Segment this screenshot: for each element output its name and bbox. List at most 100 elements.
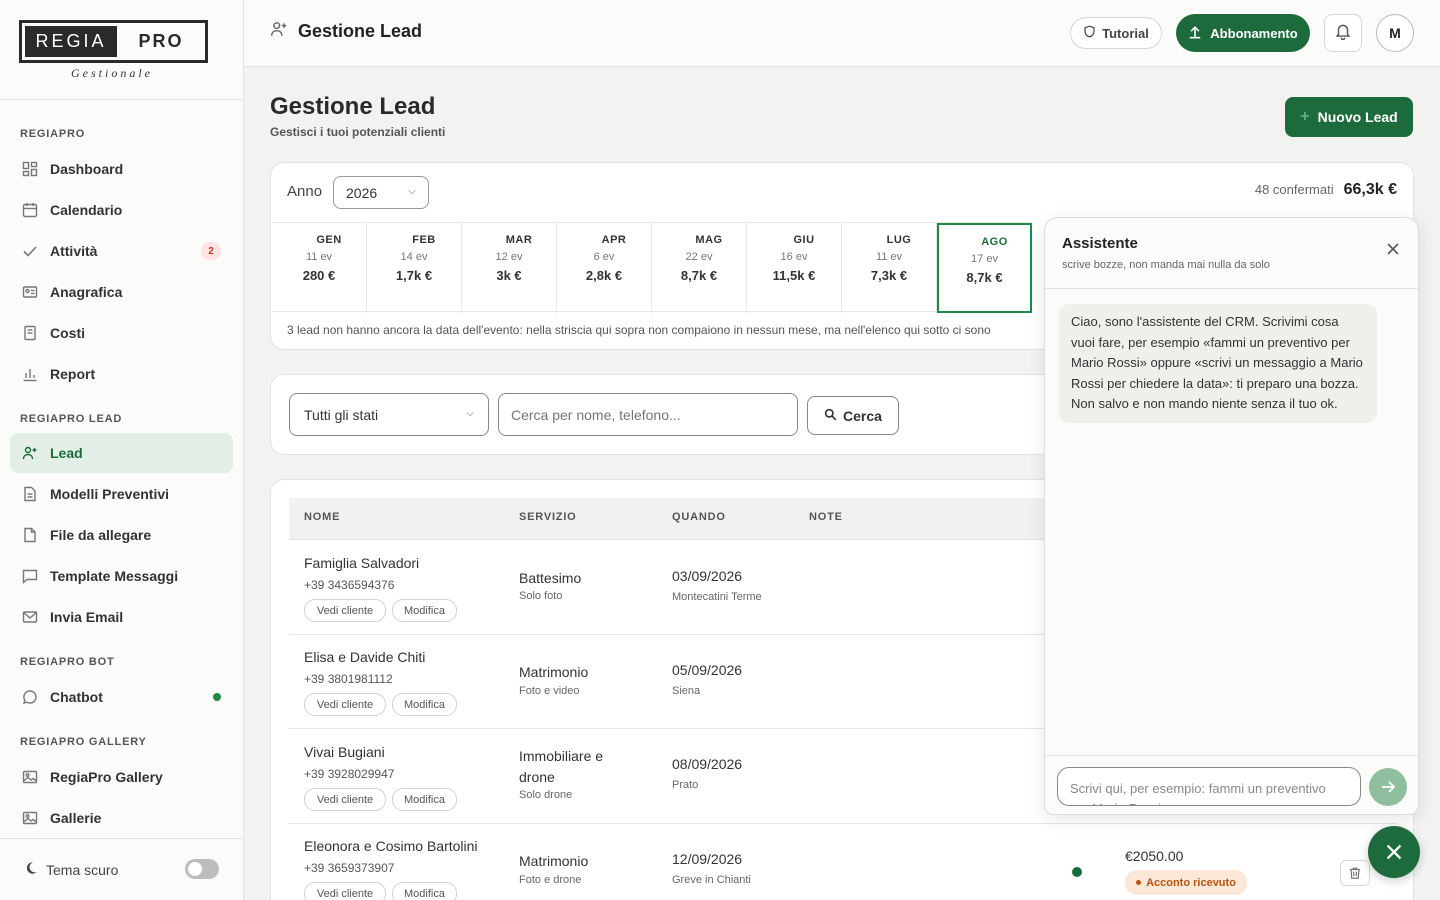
month-tile-giu[interactable]: GIU 16 ev 11,5k € [747,223,842,313]
receipt-icon [22,325,38,341]
lead-date: 12/09/2026 [672,851,743,867]
sidebar-item-regiapro-gallery[interactable]: RegiaPro Gallery [10,757,233,797]
search-button[interactable]: Cerca [807,396,899,435]
send-button[interactable] [1369,768,1407,806]
month-value: 280 € [302,268,336,283]
month-name: GIU [793,234,815,246]
month-events: 6 ev [593,251,615,263]
table-row[interactable]: Eleonora e Cosimo Bartolini +39 36593739… [289,824,1397,900]
abbonamento-button[interactable]: Abbonamento [1176,14,1310,52]
view-client-button[interactable]: Vedi cliente [304,693,386,716]
sidebar-item-anagrafica[interactable]: Anagrafica [10,272,233,312]
close-icon [1386,844,1402,860]
month-name: MAR [505,234,533,246]
view-client-button[interactable]: Vedi cliente [304,882,386,900]
lead-service-detail: Foto e video [519,685,580,697]
view-client-button[interactable]: Vedi cliente [304,599,386,622]
column-header-servizio[interactable]: SERVIZIO [519,511,577,523]
logo-text-right: PRO [138,31,184,51]
sidebar-item-label: Chatbot [50,689,103,705]
assistant-title: Assistente [1062,235,1138,252]
sidebar-item-template-messaggi[interactable]: Template Messaggi [10,556,233,596]
status-filter-value: Tutti gli stati [304,406,379,423]
sidebar-item-label: Invia Email [50,609,124,625]
column-header-note[interactable]: NOTE [809,511,843,523]
lead-service: Matrimonio [519,853,589,869]
month-tile-gen[interactable]: GEN 11 ev 280 € [272,223,367,313]
confirmed-count: 48 confermati [1254,182,1334,197]
view-client-button[interactable]: Vedi cliente [304,788,386,811]
avatar[interactable]: M [1376,14,1414,52]
sidebar-item-label: Calendario [50,202,123,218]
dark-theme-toggle[interactable] [185,859,219,879]
sidebar-item-report[interactable]: Report [10,354,233,394]
sidebar-item-attivita[interactable]: Attività 2 [10,231,233,271]
new-lead-button[interactable]: + Nuovo Lead [1285,97,1413,137]
month-tile-feb[interactable]: FEB 14 ev 1,7k € [367,223,462,313]
sidebar-item-label: Lead [50,445,83,461]
sidebar-item-label: Anagrafica [50,284,123,300]
search-input[interactable] [498,393,798,436]
sidebar-item-chatbot[interactable]: Chatbot [10,677,233,717]
notification-badge: 2 [201,242,221,260]
sidebar-item-modelli-preventivi[interactable]: Modelli Preventivi [10,474,233,514]
month-value: 8,7k € [680,268,718,283]
delete-button[interactable] [1340,860,1370,886]
lead-name: Elisa e Davide Chiti [304,649,426,665]
sidebar-item-gallerie[interactable]: Gallerie [10,798,233,838]
column-header-nome[interactable]: NOME [304,511,340,523]
column-header-quando[interactable]: QUANDO [672,511,726,523]
assistant-input[interactable]: Scrivi qui, per esempio: fammi un preven… [1057,767,1361,806]
sidebar-item-invia-email[interactable]: Invia Email [10,597,233,637]
month-tile-ago[interactable]: AGO 17 ev 8,7k € [937,223,1032,313]
tutorial-button[interactable]: Tutorial [1070,17,1162,49]
lead-service-detail: Foto e drone [519,874,582,886]
nav-section-bot: REGIAPRO BOT [20,656,115,668]
sidebar-item-label: Gallerie [50,810,102,826]
bell-icon [1334,22,1352,45]
upload-icon [1188,25,1202,42]
anno-select[interactable]: 2026 ⌵ [333,176,429,209]
sidebar-item-label: Costi [50,325,85,341]
lead-place: Montecatini Terme [672,591,762,603]
sidebar-item-dashboard[interactable]: Dashboard [10,149,233,189]
edit-button[interactable]: Modifica [392,882,457,900]
month-events: 22 ev [685,251,713,263]
sidebar-item-label: Attività [50,243,98,259]
lead-name: Eleonora e Cosimo Bartolini [304,838,478,854]
month-tile-lug[interactable]: LUG 11 ev 7,3k € [842,223,937,313]
lead-service-detail: Solo foto [519,590,563,602]
edit-button[interactable]: Modifica [392,599,457,622]
topbar-title: Gestione Lead [270,20,422,43]
month-tile-mar[interactable]: MAR 12 ev 3k € [462,223,557,313]
month-tile-mag[interactable]: MAG 22 ev 8,7k € [652,223,747,313]
month-value: 7,3k € [870,268,908,283]
lead-service: Matrimonio [519,664,589,680]
topbar: Gestione Lead Tutorial Abbonamento M [244,0,1440,67]
status-filter-select[interactable]: Tutti gli stati ⌵ [289,393,489,436]
month-tile-apr[interactable]: APR 6 ev 2,8k € [557,223,652,313]
lead-name: Famiglia Salvadori [304,555,420,571]
topbar-title-text: Gestione Lead [298,21,423,41]
close-assistant-button[interactable] [1368,826,1420,878]
edit-button[interactable]: Modifica [392,788,457,811]
nav-section-regiapro: REGIAPRO [20,128,86,140]
close-icon[interactable] [1386,242,1400,261]
month-name: FEB [412,234,436,246]
sidebar-item-label: Dashboard [50,161,124,177]
sidebar-item-lead[interactable]: Lead [10,433,233,473]
anno-value: 2026 [346,184,378,201]
lead-name: Vivai Bugiani [304,744,385,760]
sidebar-item-label: Template Messaggi [50,568,179,584]
sidebar-item-label: Report [50,366,96,382]
sidebar-item-costi[interactable]: Costi [10,313,233,353]
id-card-icon [22,284,38,300]
bar-chart-icon [22,366,38,382]
logo[interactable]: REGIA PRO Gestionale [0,0,243,100]
edit-button[interactable]: Modifica [392,693,457,716]
sidebar-item-calendario[interactable]: Calendario [10,190,233,230]
notifications-button[interactable] [1324,14,1362,52]
sidebar-item-file-da-allegare[interactable]: File da allegare [10,515,233,555]
month-events: 17 ev [971,253,998,265]
images-icon [22,810,38,826]
